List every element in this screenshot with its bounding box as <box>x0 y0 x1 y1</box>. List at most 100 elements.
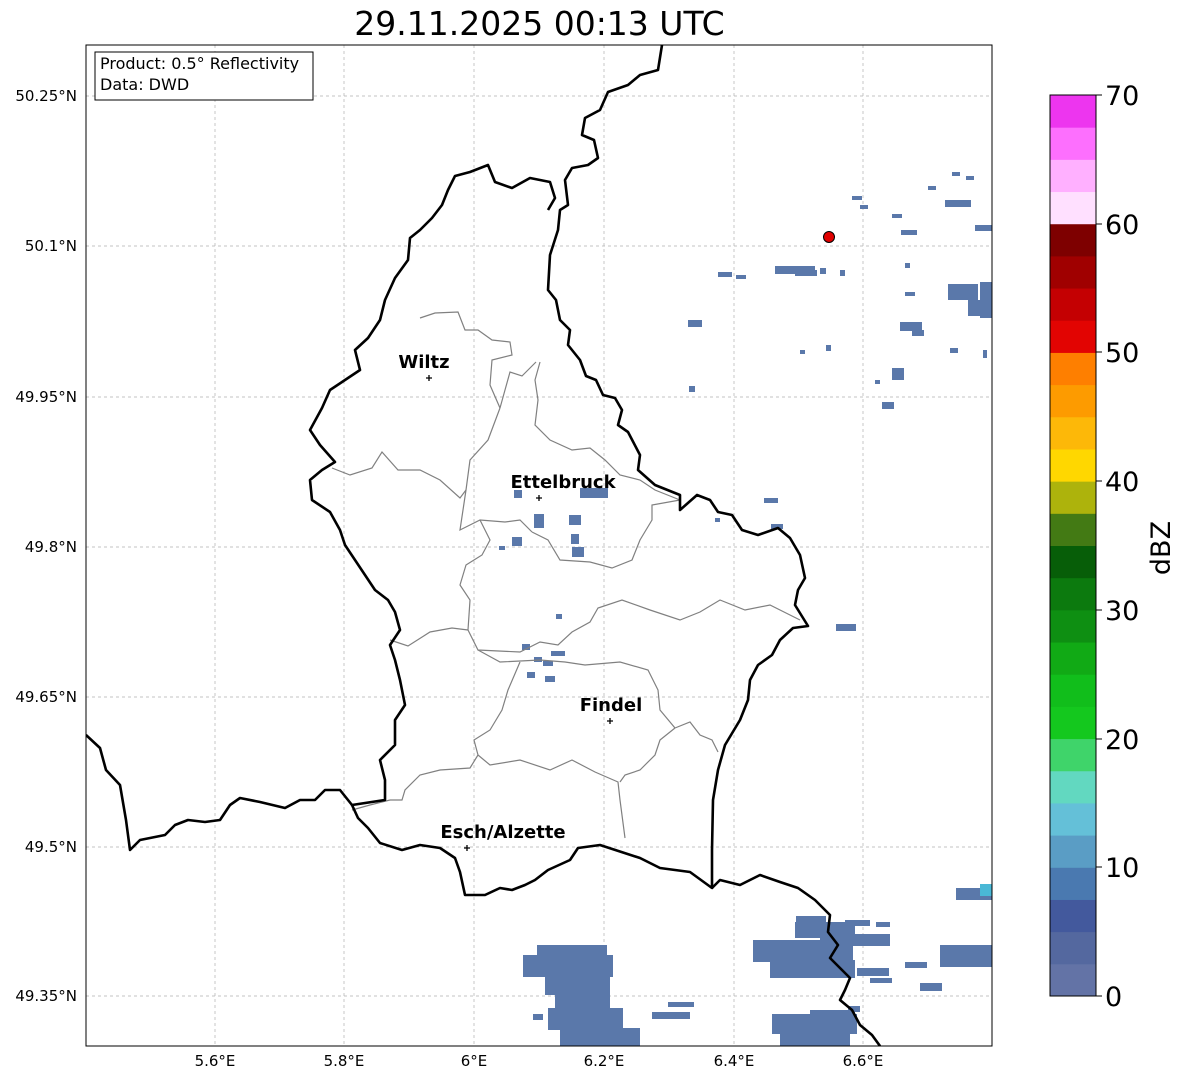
echo-cell <box>870 978 892 983</box>
x-axis: 5.6°E 5.8°E 6°E 6.2°E 6.4°E 6.6°E <box>195 1052 884 1070</box>
echo-cell <box>736 275 746 279</box>
colorbar-label: dBZ <box>1146 521 1177 575</box>
echo-cell <box>548 1008 623 1030</box>
echo-cell <box>688 320 702 327</box>
colorbar-band <box>1050 770 1096 804</box>
echo-cell <box>980 282 992 318</box>
colorbar-band <box>1050 577 1096 611</box>
colorbar-ticks <box>1096 94 1102 997</box>
colorbar-band <box>1050 288 1096 321</box>
echo-cell <box>571 534 579 544</box>
colorbar-band <box>1050 320 1096 353</box>
colorbar-tick-label: 0 <box>1105 982 1122 1013</box>
echo-cell <box>983 350 987 358</box>
echo-cell <box>852 196 862 200</box>
colorbar-band <box>1050 835 1096 868</box>
echo-cell <box>512 537 522 546</box>
echo-cell <box>860 205 868 209</box>
echo-cell <box>940 945 992 967</box>
echo-cell <box>857 968 889 976</box>
echo-cell <box>905 962 927 968</box>
echo-cell <box>901 230 917 235</box>
echo-cell <box>780 1030 850 1046</box>
echo-cell <box>545 676 555 682</box>
echo-cell <box>569 515 581 525</box>
colorbar-tick-label: 40 <box>1105 467 1139 498</box>
echo-cell <box>905 292 915 296</box>
colorbar-band <box>1050 191 1096 225</box>
echo-cell <box>845 920 870 926</box>
echo-cell <box>975 225 992 231</box>
echo-cell <box>527 672 535 678</box>
lon-tick-label: 6°E <box>461 1052 488 1070</box>
lon-tick-label: 6.6°E <box>843 1052 884 1070</box>
echo-cell <box>545 975 610 995</box>
colorbar-band <box>1050 545 1096 579</box>
echo-cell <box>876 922 890 927</box>
colorbar-tick-label: 60 <box>1105 210 1139 241</box>
echo-cell <box>572 547 584 557</box>
colorbar-band <box>1050 352 1096 386</box>
echo-cell <box>980 884 992 896</box>
echo-cell <box>945 200 971 207</box>
colorbar-band <box>1050 706 1096 740</box>
colorbar-tick-label: 30 <box>1105 596 1139 627</box>
y-axis: 50.25°N 50.1°N 49.95°N 49.8°N 49.65°N 49… <box>15 87 77 1005</box>
colorbar-band <box>1050 95 1096 128</box>
colorbar-band <box>1050 963 1096 997</box>
colorbar-band <box>1050 802 1096 836</box>
colorbar-band <box>1050 931 1096 965</box>
colorbar-band <box>1050 674 1096 707</box>
colorbar-band <box>1050 159 1096 193</box>
colorbar-band <box>1050 609 1096 643</box>
echo-cell <box>537 945 607 959</box>
echo-cell <box>840 270 845 276</box>
colorbar-bands <box>1050 95 1096 997</box>
colorbar-tick-label: 10 <box>1105 853 1139 884</box>
echo-cell <box>800 350 805 354</box>
colorbar-tick-label: 70 <box>1105 81 1139 112</box>
colorbar-band <box>1050 223 1096 257</box>
echo-cell <box>718 272 732 277</box>
lat-tick-label: 49.8°N <box>25 538 77 556</box>
city-label-findel: Findel <box>580 695 643 716</box>
colorbar-band <box>1050 448 1096 482</box>
echo-cell <box>966 176 974 180</box>
echo-cell <box>668 1002 694 1007</box>
lon-tick-label: 6.2°E <box>584 1052 625 1070</box>
echo-cell <box>820 268 826 274</box>
city-label-ettelbruck: Ettelbruck <box>510 472 616 493</box>
colorbar-band <box>1050 384 1096 418</box>
echo-cell <box>652 1012 690 1019</box>
colorbar-band <box>1050 867 1096 900</box>
echo-cell <box>948 284 978 300</box>
lon-tick-label: 5.6°E <box>195 1052 236 1070</box>
echo-cell <box>499 546 505 550</box>
echo-cell <box>905 263 910 268</box>
colorbar-band <box>1050 416 1096 450</box>
echo-cell <box>928 186 936 190</box>
echo-cell <box>715 518 720 522</box>
lat-tick-label: 50.25°N <box>15 87 77 105</box>
colorbar-band <box>1050 642 1096 675</box>
lat-tick-label: 50.1°N <box>25 237 77 255</box>
colorbar-tick-label: 50 <box>1105 338 1139 369</box>
echo-cell <box>543 661 553 666</box>
echo-cell <box>764 498 778 503</box>
echo-cell <box>551 651 565 656</box>
colorbar-band <box>1050 255 1096 289</box>
lat-tick-label: 49.35°N <box>15 987 77 1005</box>
echo-cell <box>795 270 817 276</box>
echo-cell <box>875 380 880 384</box>
lat-tick-label: 49.95°N <box>15 388 77 406</box>
echo-cell <box>836 624 856 631</box>
echo-cell <box>892 368 904 380</box>
colorbar-band <box>1050 899 1096 933</box>
lon-tick-label: 6.4°E <box>714 1052 755 1070</box>
echo-cell <box>796 916 826 922</box>
colorbar-band <box>1050 127 1096 160</box>
colorbar-band <box>1050 481 1096 514</box>
city-label-wiltz: Wiltz <box>398 352 449 373</box>
info-box: Product: 0.5° Reflectivity Data: DWD <box>94 51 314 101</box>
colorbar-band <box>1050 513 1096 546</box>
